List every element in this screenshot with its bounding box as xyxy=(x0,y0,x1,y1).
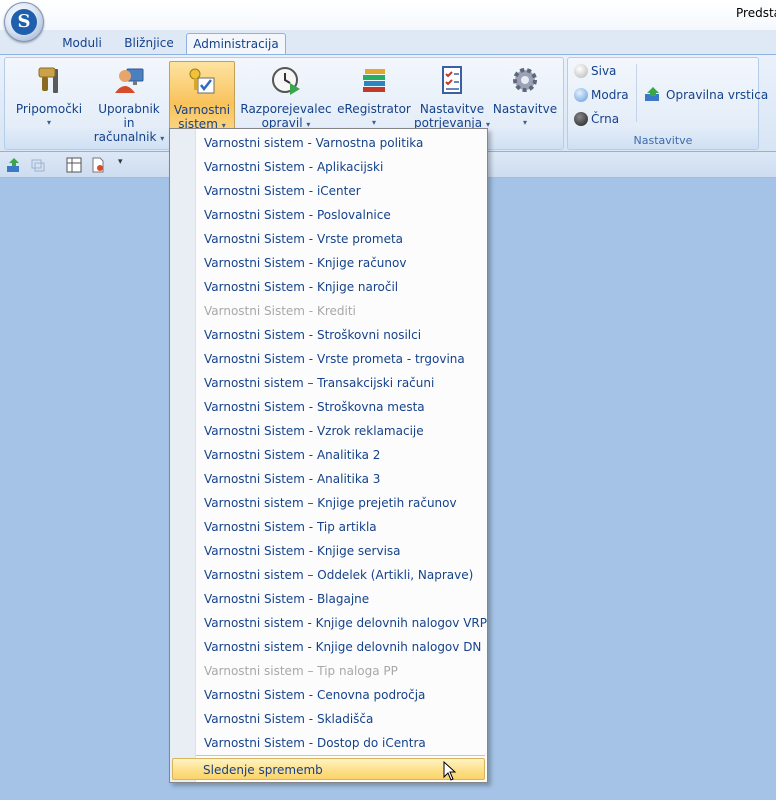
radio-icon xyxy=(574,112,588,126)
menu-item[interactable]: Varnostni Sistem - Analitika 2 xyxy=(170,443,487,467)
theme-modra[interactable]: Modra xyxy=(574,86,629,104)
varnostni-sistem-button[interactable]: Varnostni sistem ▾ xyxy=(169,61,235,133)
varnostni-sistem-menu: Varnostni sistem - Varnostna politika Var… xyxy=(169,128,488,783)
menu-item[interactable]: Varnostni Sistem - Cenovna področja xyxy=(170,683,487,707)
group-label-nastavitve: Nastavitve xyxy=(633,134,693,147)
books-icon xyxy=(363,69,385,92)
uporabnik-button[interactable]: Uporabnik in računalnik ▾ xyxy=(91,61,167,144)
menu-item[interactable]: Varnostni Sistem - Stroškovni nosilci xyxy=(170,323,487,347)
menu-item[interactable]: Varnostni Sistem - Stroškovna mesta xyxy=(170,395,487,419)
user-computer-icon xyxy=(115,68,144,93)
chevron-down-icon: ▾ xyxy=(46,118,51,127)
menu-item[interactable]: Varnostni Sistem - Dostop do iCentra xyxy=(170,731,487,755)
menu-item[interactable]: Varnostni Sistem - Blagajne xyxy=(170,587,487,611)
gear-icon xyxy=(513,68,537,92)
uporabnik-label-1: Uporabnik in xyxy=(98,102,160,130)
menu-item[interactable]: Varnostni sistem - Knjige delovnih nalog… xyxy=(170,611,487,635)
menu-item[interactable]: Varnostni Sistem - Vzrok reklamacije xyxy=(170,419,487,443)
security-keys-icon xyxy=(189,68,215,94)
chevron-down-icon: ▾ xyxy=(160,134,165,143)
title-bar: Predstav xyxy=(0,0,776,30)
theme-crna-label: Črna xyxy=(591,112,620,126)
tools-icon xyxy=(38,67,58,93)
nastavitve-potrjevanja-button[interactable]: Nastavitve potrjevanja ▾ xyxy=(413,61,491,131)
menu-item[interactable]: Varnostni Sistem - Tip artikla xyxy=(170,515,487,539)
document-icon[interactable] xyxy=(90,157,106,173)
menu-item[interactable]: Varnostni Sistem - Vrste prometa - trgov… xyxy=(170,347,487,371)
clock-play-icon xyxy=(272,67,300,95)
checklist-icon xyxy=(442,66,462,94)
opravilna-vrstica-label: Opravilna vrstica xyxy=(666,88,769,102)
eregistrator-button[interactable]: eRegistrator ▾ xyxy=(335,61,413,131)
menu-item[interactable]: Varnostni Sistem - Vrste prometa xyxy=(170,227,487,251)
ribbon-group-nastavitve: Siva Modra Črna Opravilna vrstica Nastav… xyxy=(567,57,768,150)
ribbon-tab-strip: Moduli Bližnjice Administracija xyxy=(0,30,776,55)
razporejevalec-label-1: Razporejevalec xyxy=(240,102,332,116)
eregistrator-label: eRegistrator xyxy=(337,102,411,116)
app-logo-icon: S xyxy=(11,9,37,35)
pripomocki-button[interactable]: Pripomočki ▾ xyxy=(9,61,89,131)
menu-item-list: Varnostni sistem - Varnostna politika Var… xyxy=(170,131,487,755)
customize-qat-icon[interactable]: ▾ xyxy=(118,157,123,167)
menu-item[interactable]: Varnostni Sistem - Knjige servisa xyxy=(170,539,487,563)
varnostni-label-1: Varnostni xyxy=(173,103,231,117)
menu-item[interactable]: Varnostni Sistem - Knjige računov xyxy=(170,251,487,275)
menu-item[interactable]: Varnostni Sistem - Knjige naročil xyxy=(170,275,487,299)
uporabnik-label-2: računalnik xyxy=(93,130,157,144)
upload-icon[interactable] xyxy=(6,157,22,173)
opravilna-vrstica-button[interactable]: Opravilna vrstica xyxy=(644,86,768,104)
menu-item[interactable]: Varnostni sistem – Knjige prejetih račun… xyxy=(170,491,487,515)
menu-item[interactable]: Varnostni Sistem - Skladišča xyxy=(170,707,487,731)
tab-moduli[interactable]: Moduli xyxy=(52,33,112,54)
mouse-cursor-icon xyxy=(443,761,457,781)
menu-item[interactable]: Varnostni Sistem - Aplikacijski xyxy=(170,155,487,179)
menu-item[interactable]: Varnostni sistem - Varnostna politika xyxy=(170,131,487,155)
radio-icon xyxy=(574,64,588,78)
menu-item[interactable]: Varnostni Sistem - Analitika 3 xyxy=(170,467,487,491)
menu-item[interactable]: Varnostni sistem – Transakcijski računi xyxy=(170,371,487,395)
nastavitve-button[interactable]: Nastavitve ▾ xyxy=(491,61,559,131)
nastavitve-potrjevanja-label-1: Nastavitve xyxy=(419,102,485,116)
theme-siva-label: Siva xyxy=(591,64,617,78)
grid-icon[interactable] xyxy=(66,157,82,173)
radio-icon xyxy=(574,88,588,102)
taskbar-upload-icon xyxy=(645,87,659,101)
menu-item: Varnostni Sistem - Krediti xyxy=(204,304,356,318)
app-menu-button[interactable]: S xyxy=(4,2,44,42)
chevron-down-icon: ▾ xyxy=(522,118,527,127)
menu-item[interactable]: Varnostni Sistem - iCenter xyxy=(170,179,487,203)
pripomocki-label: Pripomočki xyxy=(15,102,83,116)
nastavitve-label: Nastavitve xyxy=(492,102,558,116)
razporejevalec-button[interactable]: Razporejevalec opravil ▾ xyxy=(237,61,335,131)
tab-administracija[interactable]: Administracija xyxy=(186,33,286,55)
menu-item: Varnostni sistem – Tip naloga PP xyxy=(204,664,398,678)
menu-item[interactable]: Varnostni Sistem - Poslovalnice xyxy=(170,203,487,227)
theme-crna[interactable]: Črna xyxy=(574,110,619,128)
theme-siva[interactable]: Siva xyxy=(574,62,616,80)
menu-separator xyxy=(196,755,485,756)
theme-modra-label: Modra xyxy=(591,88,629,102)
window-title: Predstav xyxy=(736,6,776,20)
menu-item[interactable]: Varnostni sistem - Knjige delovnih nalog… xyxy=(170,635,487,659)
sledenje-sprememb-item[interactable]: Sledenje sprememb xyxy=(172,758,485,780)
windows-icon[interactable] xyxy=(30,157,46,173)
menu-item[interactable]: Varnostni sistem – Oddelek (Artikli, Nap… xyxy=(170,563,487,587)
group-divider xyxy=(636,64,637,122)
tab-bliznjice[interactable]: Bližnjice xyxy=(118,33,180,54)
